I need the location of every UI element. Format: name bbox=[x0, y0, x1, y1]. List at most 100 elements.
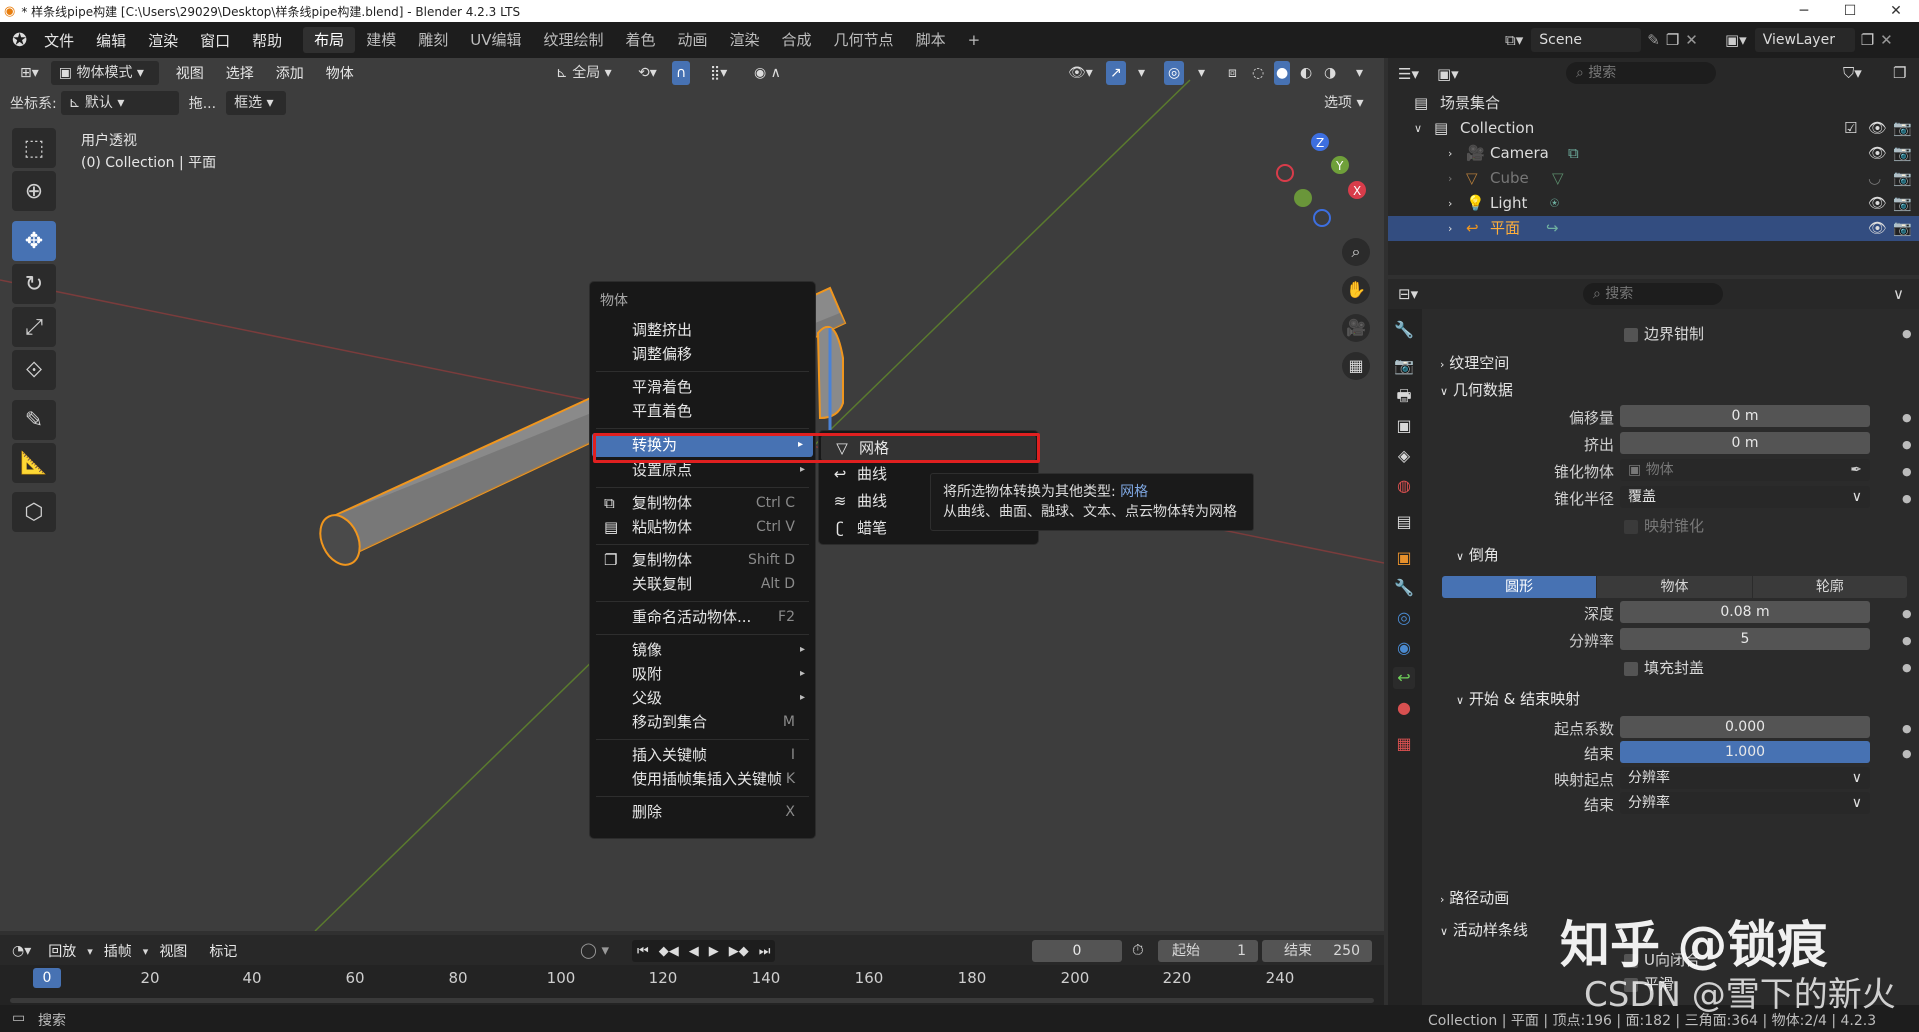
current-frame-field[interactable]: 0 bbox=[1032, 940, 1122, 962]
properties-editor-type-icon[interactable]: ⊟▾ bbox=[1398, 285, 1418, 303]
menu-item-mirror[interactable]: 镜像 ▸ bbox=[590, 638, 815, 662]
expand-chevron-icon[interactable]: › bbox=[1448, 191, 1452, 216]
overlay-dropdown-icon[interactable]: ▾ bbox=[1190, 61, 1213, 85]
end-factor-field[interactable]: 1.000 bbox=[1620, 741, 1870, 763]
menu-edit[interactable]: 编辑 bbox=[85, 30, 137, 51]
annotate-tool-icon[interactable]: ✎ bbox=[12, 400, 56, 440]
menu-window[interactable]: 窗口 bbox=[189, 30, 241, 51]
render-tab-icon[interactable]: 📷 bbox=[1393, 355, 1415, 377]
snap-target-icon[interactable]: ⣿▾ bbox=[702, 61, 735, 85]
menu-item-snap[interactable]: 吸附 ▸ bbox=[590, 662, 815, 686]
start-factor-field[interactable]: 0.000 bbox=[1620, 716, 1870, 738]
proportional-edit-icon[interactable]: ◉ ∧ bbox=[746, 61, 789, 85]
pin-scene-icon[interactable]: ✎ bbox=[1647, 31, 1660, 49]
tab-texture-paint[interactable]: 纹理绘制 bbox=[532, 27, 614, 53]
menu-item-duplicate-linked[interactable]: 关联复制 Alt D bbox=[590, 572, 815, 596]
hidden-eye-icon[interactable]: ◡ bbox=[1868, 166, 1881, 191]
scene-selector[interactable]: Scene bbox=[1531, 28, 1642, 52]
map-taper-checkbox[interactable] bbox=[1624, 519, 1638, 534]
menu-item-move-to-collection[interactable]: 移动到集合 M bbox=[590, 710, 815, 734]
expand-chevron-icon[interactable]: › bbox=[1448, 166, 1452, 191]
map-end-dropdown[interactable]: 分辨率 ∨ bbox=[1620, 792, 1870, 814]
visibility-eye-icon[interactable]: 👁 bbox=[1868, 141, 1887, 166]
menu-item-shade-smooth[interactable]: 平滑着色 bbox=[590, 375, 815, 399]
offset-field[interactable]: 0 m bbox=[1620, 405, 1870, 427]
delete-scene-icon[interactable]: ✕ bbox=[1685, 31, 1698, 49]
blender-menu-icon[interactable]: ✪ bbox=[12, 30, 27, 51]
menu-item-copy-objects[interactable]: ⧉ 复制物体 Ctrl C bbox=[590, 491, 815, 515]
tab-uv-editing[interactable]: UV编辑 bbox=[459, 27, 532, 53]
menu-file[interactable]: 文件 bbox=[33, 30, 85, 51]
shading-dropdown-icon[interactable]: ▾ bbox=[1348, 61, 1371, 85]
expand-chevron-icon[interactable]: › bbox=[1448, 216, 1452, 241]
section-path-animation[interactable]: › 路径动画 bbox=[1440, 884, 1509, 912]
tab-animation[interactable]: 动画 bbox=[667, 27, 719, 53]
menu-add[interactable]: 添加 bbox=[265, 63, 315, 83]
solid-shading-icon[interactable]: ● bbox=[1274, 61, 1291, 85]
menu-view[interactable]: 视图 bbox=[165, 63, 215, 83]
move-tool-icon[interactable]: ✥ bbox=[12, 221, 56, 261]
modifier-tab-icon[interactable]: 🔧 bbox=[1393, 577, 1415, 599]
scene-icon[interactable]: ⧉▾ bbox=[1505, 31, 1523, 49]
visibility-eye-icon[interactable]: 👁 bbox=[1868, 216, 1887, 241]
view-layer-icon[interactable]: ▣▾ bbox=[1725, 31, 1747, 49]
overlay-toggle-icon[interactable]: ◎ bbox=[1164, 61, 1185, 85]
pivot-button[interactable]: ⟲▾ bbox=[630, 61, 665, 85]
playhead-marker[interactable]: 0 bbox=[33, 968, 61, 988]
render-camera-icon[interactable]: 📷 bbox=[1893, 116, 1912, 141]
bevel-tab-profile[interactable]: 轮廓 bbox=[1752, 576, 1907, 598]
close-window-button[interactable]: ✕ bbox=[1873, 0, 1919, 22]
timeline-menu-keying[interactable]: 插帧 bbox=[93, 941, 143, 961]
border-clamp-checkbox[interactable] bbox=[1624, 327, 1638, 342]
editor-type-button[interactable]: ⊞▾ bbox=[12, 61, 47, 85]
tab-compositing[interactable]: 合成 bbox=[771, 27, 823, 53]
new-collection-icon[interactable]: ❐ bbox=[1893, 64, 1906, 82]
timeline-menu-view[interactable]: 视图 bbox=[148, 941, 198, 961]
tab-rendering[interactable]: 渲染 bbox=[719, 27, 771, 53]
menu-item-parent[interactable]: 父级 ▸ bbox=[590, 686, 815, 710]
section-texture-space[interactable]: › 纹理空间 bbox=[1440, 349, 1509, 377]
menu-help[interactable]: 帮助 bbox=[241, 30, 293, 51]
outliner-row-scene-collection[interactable]: ▤ 场景集合 bbox=[1388, 91, 1919, 116]
new-scene-icon[interactable]: ❐ bbox=[1666, 31, 1679, 49]
tab-sculpting[interactable]: 雕刻 bbox=[407, 27, 459, 53]
menu-item-adjust-offset[interactable]: 调整偏移 bbox=[590, 342, 815, 366]
properties-options-icon[interactable]: ∨ bbox=[1893, 285, 1904, 303]
jump-keyframe-forward-icon[interactable]: ▶◆ bbox=[724, 944, 754, 959]
section-active-spline[interactable]: ∨ 活动样条线 bbox=[1440, 916, 1528, 944]
scale-tool-icon[interactable]: ⤢ bbox=[12, 307, 56, 347]
zoom-icon[interactable]: ⌕ bbox=[1342, 238, 1370, 266]
visibility-eye-icon[interactable]: 👁 bbox=[1868, 116, 1887, 141]
timeline-editor-type-icon[interactable]: ◔▾ bbox=[12, 943, 31, 959]
select-mode-selector[interactable]: 框选 ▾ bbox=[226, 91, 287, 115]
delete-view-layer-icon[interactable]: ✕ bbox=[1880, 31, 1893, 49]
play-icon[interactable]: ▶ bbox=[704, 944, 724, 959]
camera-view-icon[interactable]: 🎥 bbox=[1342, 314, 1370, 342]
tab-geometry-nodes[interactable]: 几何节点 bbox=[823, 27, 905, 53]
perspective-toggle-icon[interactable]: ▦ bbox=[1342, 352, 1370, 380]
expand-chevron-icon[interactable]: › bbox=[1448, 141, 1452, 166]
mode-selector[interactable]: ▣ 物体模式 ▾ bbox=[50, 61, 159, 85]
menu-item-rename-active[interactable]: 重命名活动物体... F2 bbox=[590, 605, 815, 629]
view-layer-selector[interactable]: ViewLayer bbox=[1754, 28, 1855, 52]
eyedropper-icon[interactable]: ✒ bbox=[1850, 459, 1862, 481]
pan-hand-icon[interactable]: ✋ bbox=[1342, 276, 1370, 304]
display-mode-icon[interactable]: ▣▾ bbox=[1437, 65, 1459, 83]
visibility-eye-icon[interactable]: 👁 bbox=[1868, 191, 1887, 216]
fill-caps-checkbox[interactable] bbox=[1624, 661, 1638, 676]
tab-scripting[interactable]: 脚本 bbox=[905, 27, 957, 53]
section-bevel[interactable]: ∨ 倒角 bbox=[1456, 541, 1499, 569]
cursor-tool-icon[interactable]: ⊕ bbox=[12, 171, 56, 211]
render-camera-icon[interactable]: 📷 bbox=[1893, 141, 1912, 166]
options-button[interactable]: 选项 ▾ bbox=[1316, 91, 1371, 115]
xray-icon[interactable]: ⧈ bbox=[1220, 61, 1245, 85]
menu-select[interactable]: 选择 bbox=[215, 63, 265, 83]
border-clamp-row[interactable]: 边界钳制 ● bbox=[1388, 321, 1919, 347]
jump-start-icon[interactable]: ⏮ bbox=[632, 944, 654, 959]
menu-render[interactable]: 渲染 bbox=[137, 30, 189, 51]
output-tab-icon[interactable]: 🖶 bbox=[1393, 385, 1415, 407]
coord-system-selector[interactable]: ⊾ 默认 ▾ bbox=[60, 91, 179, 115]
menu-item-insert-keyframe[interactable]: 插入关键帧 I bbox=[590, 743, 815, 767]
maximize-button[interactable]: ☐ bbox=[1827, 0, 1873, 22]
menu-item-insert-keyframe-keyingset[interactable]: 使用插帧集插入关键帧 K bbox=[590, 767, 815, 791]
